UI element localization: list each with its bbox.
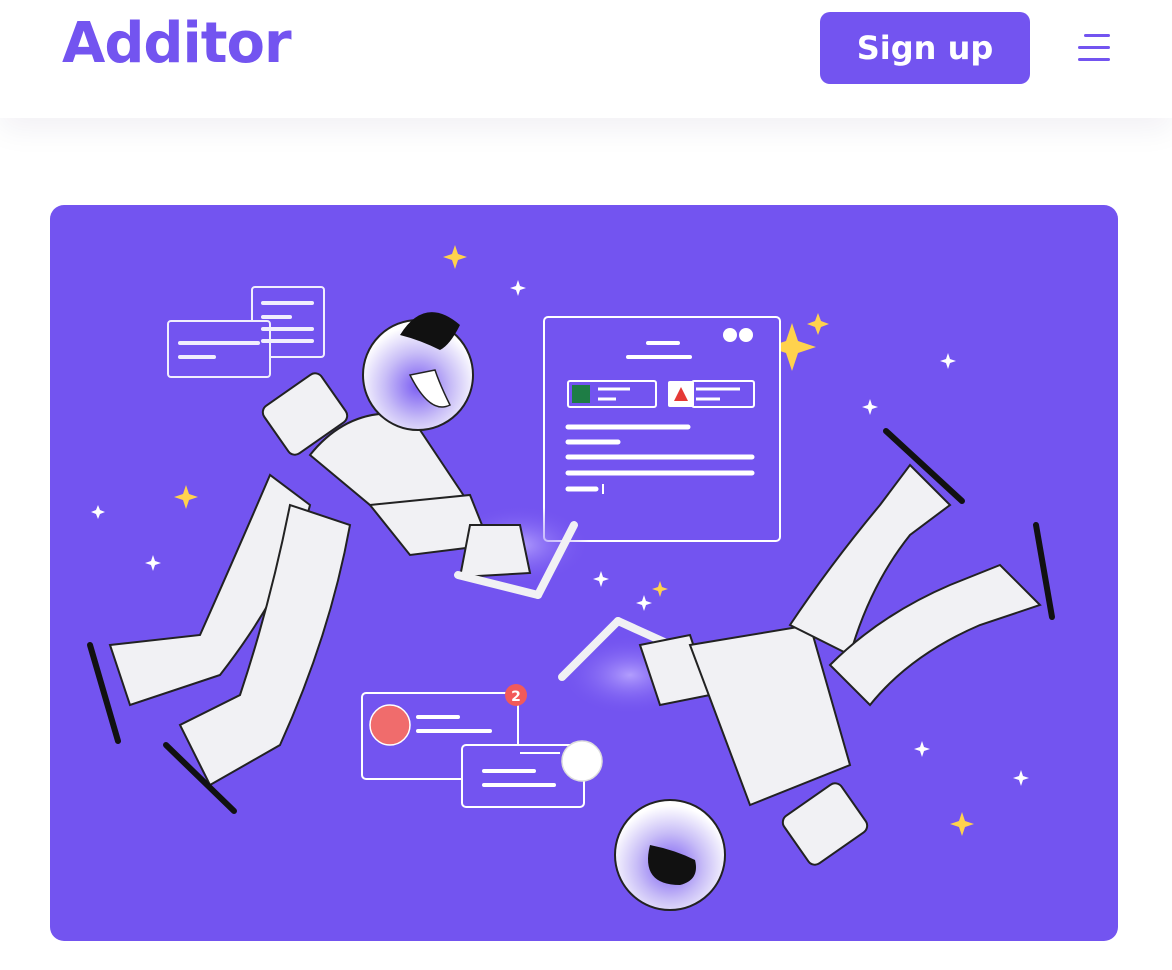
notification-count: 2 — [511, 689, 521, 705]
avatar — [369, 704, 411, 746]
hamburger-menu-icon[interactable] — [1074, 28, 1114, 68]
logo[interactable]: Additor — [62, 8, 292, 80]
avatar — [561, 740, 603, 782]
document-panel — [543, 316, 781, 542]
site-header: Additor Sign up — [0, 0, 1172, 118]
excel-file-icon — [572, 385, 590, 403]
hero-background — [50, 205, 1118, 941]
hero-illustration: 2 — [50, 205, 1118, 941]
signup-button[interactable]: Sign up — [820, 12, 1030, 84]
